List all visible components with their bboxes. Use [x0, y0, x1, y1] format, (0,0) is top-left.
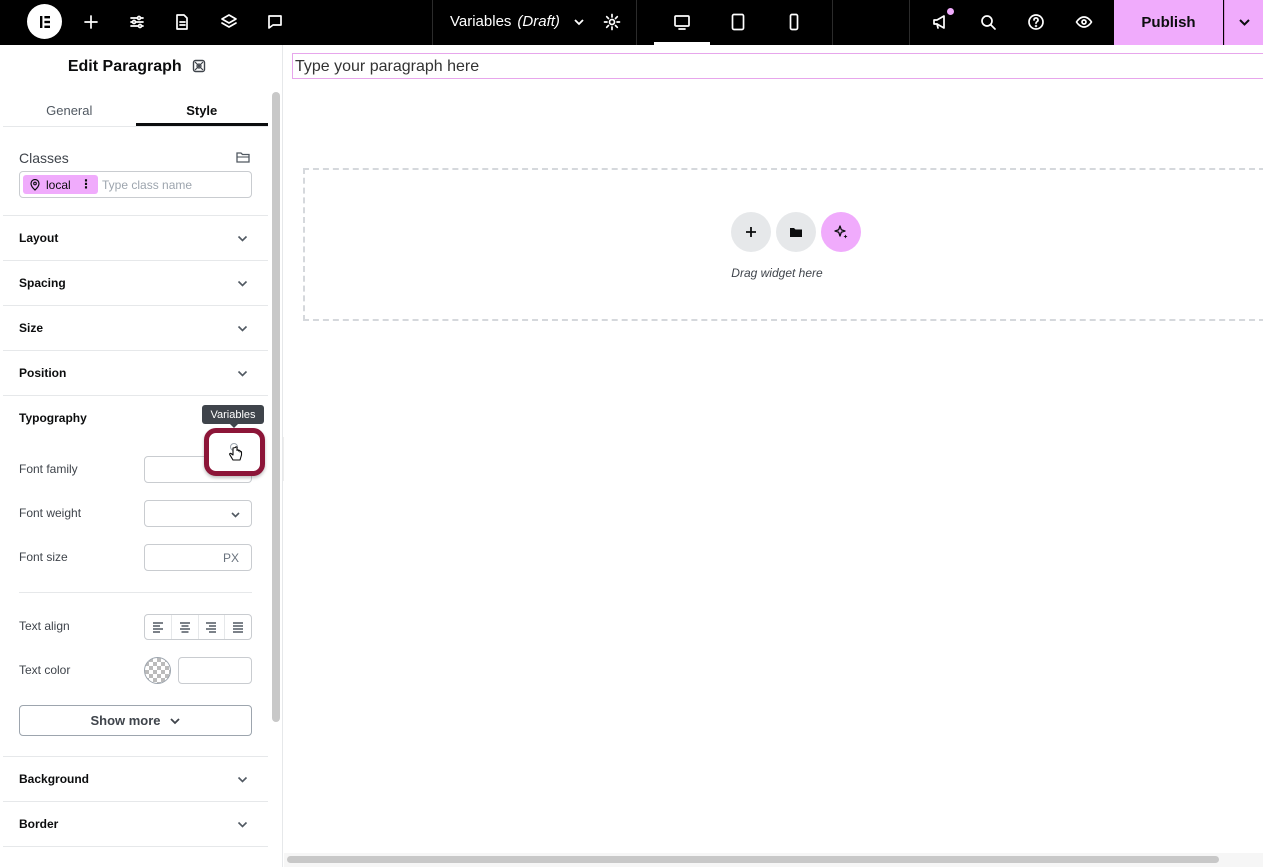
- desktop-view-icon[interactable]: [671, 11, 693, 33]
- preview-eye-icon[interactable]: [1073, 11, 1095, 33]
- site-settings-icon[interactable]: [126, 11, 148, 33]
- panel-scrollbar[interactable]: [272, 92, 280, 722]
- toolbar-divider: [909, 0, 910, 45]
- search-icon[interactable]: [977, 11, 999, 33]
- settings-gear-icon[interactable]: [601, 11, 623, 33]
- publish-options-button[interactable]: [1224, 0, 1263, 45]
- align-center-button[interactable]: [172, 615, 199, 639]
- panel-tabs: General Style: [3, 95, 268, 127]
- canvas-horizontal-scrollbar[interactable]: [287, 856, 1219, 863]
- font-family-label: Font family: [19, 462, 78, 476]
- atomic-element-icon: [192, 59, 206, 73]
- ai-sparkles-icon: [834, 225, 848, 239]
- section-label: Layout: [19, 231, 59, 245]
- section-label[interactable]: Typography: [19, 411, 87, 425]
- section-label: Background: [19, 772, 90, 786]
- text-color-input[interactable]: [178, 657, 252, 684]
- text-color-swatch[interactable]: [144, 657, 171, 684]
- font-size-unit[interactable]: PX: [223, 551, 239, 565]
- text-color-label: Text color: [19, 663, 71, 677]
- classes-selector[interactable]: local ⋮: [19, 171, 252, 198]
- align-right-icon: [206, 622, 217, 633]
- font-weight-label: Font weight: [19, 506, 82, 520]
- text-align-label: Text align: [19, 619, 70, 633]
- variables-tooltip: Variables: [202, 405, 264, 428]
- chevron-down-icon: [237, 776, 248, 783]
- toolbar-divider: [432, 0, 433, 45]
- editor-canvas: Type your paragraph here Drag widget her…: [284, 45, 1263, 857]
- ai-generate-button[interactable]: [821, 212, 861, 252]
- class-chip-menu-icon[interactable]: ⋮: [80, 177, 92, 191]
- section-label: Spacing: [19, 276, 66, 290]
- document-title-dropdown[interactable]: Variables (Draft): [450, 13, 586, 30]
- chevron-down-icon: [574, 18, 584, 25]
- section-label: Position: [19, 366, 67, 380]
- section-layout[interactable]: Layout: [3, 215, 268, 260]
- folder-icon: [790, 228, 802, 237]
- font-size-label: Font size: [19, 550, 68, 564]
- show-more-button[interactable]: Show more: [19, 705, 252, 736]
- chevron-down-icon: [237, 370, 248, 377]
- widget-drop-zone[interactable]: Drag widget here: [303, 168, 1263, 321]
- chevron-down-icon: [237, 280, 248, 287]
- class-name-input[interactable]: [102, 176, 242, 194]
- align-center-icon: [179, 622, 190, 633]
- panel-title: Edit Paragraph: [67, 58, 182, 75]
- align-justify-icon: [233, 622, 244, 633]
- chevron-down-icon: [237, 325, 248, 332]
- plus-icon: [746, 227, 756, 237]
- align-right-button[interactable]: [199, 615, 226, 639]
- align-left-icon: [152, 622, 163, 633]
- structure-layers-icon[interactable]: [218, 11, 240, 33]
- section-position[interactable]: Position: [3, 350, 268, 395]
- chevron-down-icon: [1238, 19, 1250, 26]
- section-size[interactable]: Size: [3, 305, 268, 350]
- section-spacing[interactable]: Spacing: [3, 260, 268, 305]
- divider: [19, 592, 252, 593]
- document-title: Variables: [450, 13, 512, 30]
- comments-icon[interactable]: [264, 11, 286, 33]
- add-template-button[interactable]: [776, 212, 816, 252]
- document-status: (Draft): [517, 13, 560, 30]
- section-next-partial: [3, 846, 268, 867]
- text-align-control: [144, 614, 252, 640]
- add-section-button[interactable]: [731, 212, 771, 252]
- align-left-button[interactable]: [145, 615, 172, 639]
- mobile-view-icon[interactable]: [783, 11, 805, 33]
- section-label: Size: [19, 321, 44, 335]
- classes-label: Classes: [19, 150, 69, 166]
- class-manager-folder-icon[interactable]: [235, 149, 251, 165]
- hand-pointer-cursor-icon: [228, 443, 242, 461]
- elementor-logo-icon[interactable]: [27, 4, 62, 39]
- chevron-down-icon: [231, 512, 240, 518]
- font-size-input[interactable]: PX: [144, 544, 252, 571]
- font-weight-select[interactable]: [144, 500, 252, 527]
- drop-zone-text: Drag widget here: [731, 266, 823, 280]
- help-icon[interactable]: [1025, 11, 1047, 33]
- panel-header: Edit Paragraph: [3, 58, 271, 76]
- variables-button[interactable]: [204, 428, 265, 476]
- class-chip-local[interactable]: local ⋮: [23, 175, 98, 194]
- chevron-down-icon: [169, 717, 180, 724]
- chevron-down-icon: [237, 235, 248, 242]
- section-label: Border: [19, 817, 59, 831]
- publish-button[interactable]: Publish: [1114, 0, 1223, 45]
- tab-general[interactable]: General: [3, 95, 136, 126]
- section-background[interactable]: Background: [3, 756, 268, 801]
- section-border[interactable]: Border: [3, 801, 268, 846]
- toolbar-divider: [636, 0, 637, 45]
- paragraph-widget[interactable]: Type your paragraph here: [292, 53, 1263, 79]
- toolbar-divider: [832, 0, 833, 45]
- show-more-label: Show more: [90, 713, 161, 728]
- page-settings-icon[interactable]: [171, 11, 193, 33]
- notification-dot: [947, 8, 954, 15]
- class-chip-label: local: [46, 177, 71, 192]
- align-justify-button[interactable]: [225, 615, 251, 639]
- add-element-icon[interactable]: [80, 11, 102, 33]
- top-bar: Variables (Draft) Publish: [0, 0, 1263, 45]
- chevron-down-icon: [237, 821, 248, 828]
- map-pin-icon: [30, 178, 40, 191]
- tab-style[interactable]: Style: [135, 95, 268, 126]
- tablet-view-icon[interactable]: [727, 11, 749, 33]
